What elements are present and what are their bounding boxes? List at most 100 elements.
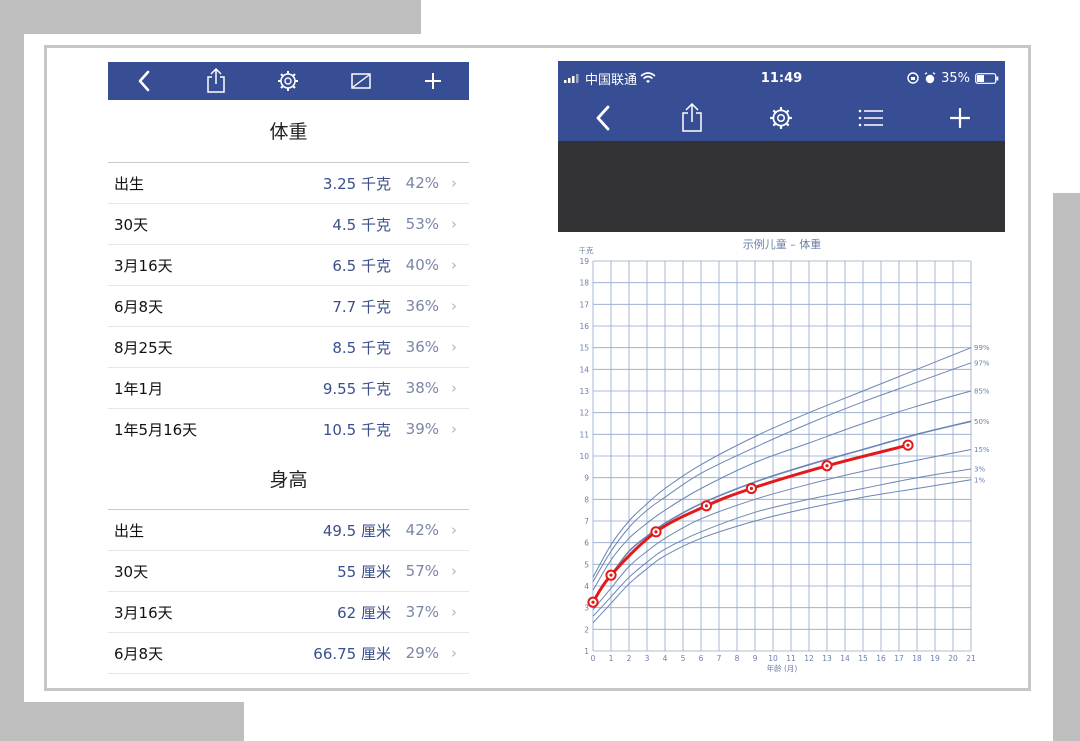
weight-growth-chart[interactable]: 0 1 2 3 4 5 6 7 8 9 10 11 12 13 14 15 16 17 18 19 20 21123456… (558, 232, 1005, 681)
y-tick-label: 10 (579, 452, 589, 461)
row-value: 4.5 千克 (332, 215, 391, 234)
row-percent: 42% (405, 521, 439, 539)
chevron-right-icon: › (451, 215, 457, 233)
row-age: 30天 (114, 562, 149, 581)
plus-icon[interactable] (418, 66, 448, 96)
alarm-icon (924, 72, 936, 84)
x-tick-label: 18 (912, 654, 922, 663)
percentile-label: 15% (974, 446, 990, 454)
height-row[interactable]: 3月16天 62 厘米 37% › (108, 592, 469, 633)
y-tick-label: 15 (579, 344, 589, 353)
chevron-right-icon: › (451, 562, 457, 580)
weight-row[interactable]: 6月8天 7.7 千克 36% › (108, 286, 469, 327)
y-tick-label: 18 (579, 279, 589, 288)
height-row[interactable]: 出生 49.5 厘米 42% › (108, 510, 469, 551)
percentile-label: 97% (974, 359, 990, 367)
percentile-label: 85% (974, 388, 990, 396)
growth-chart-screen: 中国联通 11:49 35% 0 1 2 3 4 5 6 7 8 9 10 11 12 13 14 15 16 1… (558, 61, 1005, 681)
child-weight-line (591, 443, 910, 604)
row-age: 出生 (114, 174, 145, 193)
y-tick-label: 11 (579, 430, 589, 439)
x-tick-label: 4 (663, 654, 668, 663)
y-axis-label: 千克 (579, 245, 594, 255)
y-tick-label: 2 (584, 625, 589, 634)
row-age: 1年1月 (114, 379, 164, 398)
row-percent: 36% (405, 297, 439, 315)
status-right-group: 35% (907, 71, 999, 86)
weight-row[interactable]: 1年5月16天 10.5 千克 39% › (108, 409, 469, 449)
chevron-right-icon: › (451, 420, 457, 438)
x-tick-label: 0 (591, 654, 596, 663)
y-tick-label: 4 (584, 582, 589, 591)
x-tick-label: 19 (930, 654, 940, 663)
back-icon[interactable] (129, 66, 159, 96)
x-tick-label: 3 (645, 654, 650, 663)
chevron-right-icon: › (451, 521, 457, 539)
row-age: 30天 (114, 215, 149, 234)
percentile-label: 1% (974, 476, 985, 484)
child-weight-point-center (749, 486, 753, 491)
row-value: 8.5 千克 (332, 338, 391, 357)
right-toolbar (558, 95, 1005, 141)
row-percent: 40% (405, 256, 439, 274)
row-value: 10.5 千克 (322, 420, 391, 439)
weight-row[interactable]: 1年1月 9.55 千克 38% › (108, 368, 469, 409)
row-value: 9.55 千克 (322, 379, 391, 398)
share-icon[interactable] (675, 101, 709, 135)
row-age: 出生 (114, 521, 145, 540)
row-age: 6月8天 (114, 644, 164, 663)
row-percent: 37% (405, 603, 439, 621)
decor-block-right (1053, 193, 1080, 741)
y-tick-label: 12 (579, 409, 589, 418)
row-percent: 36% (405, 338, 439, 356)
decor-block-top-left (0, 0, 421, 34)
x-tick-label: 2 (627, 654, 632, 663)
x-tick-label: 14 (840, 654, 850, 663)
height-list: 出生 49.5 厘米 42% › 30天 55 厘米 57% › 3月16天 62 厘米 37%… (108, 509, 469, 674)
row-age: 8月25天 (114, 338, 173, 357)
x-axis-label: 年龄 (月) (767, 663, 798, 673)
row-value: 6.5 千克 (332, 256, 391, 275)
x-tick-label: 10 (768, 654, 778, 663)
chart-icon[interactable] (346, 66, 376, 96)
y-tick-label: 5 (584, 560, 589, 569)
y-tick-label: 8 (584, 495, 589, 504)
x-tick-label: 6 (699, 654, 704, 663)
weight-row[interactable]: 8月25天 8.5 千克 36% › (108, 327, 469, 368)
child-weight-point-center (591, 600, 595, 604)
child-weight-point-center (609, 573, 613, 577)
gear-icon[interactable] (764, 101, 798, 135)
y-tick-label: 17 (579, 300, 589, 309)
row-value: 49.5 厘米 (322, 521, 391, 540)
row-value: 7.7 千克 (332, 297, 391, 316)
weight-row[interactable]: 出生 3.25 千克 42% › (108, 163, 469, 204)
weight-row[interactable]: 30天 4.5 千克 53% › (108, 204, 469, 245)
chevron-right-icon: › (451, 379, 457, 397)
x-tick-label: 16 (876, 654, 886, 663)
y-tick-label: 7 (584, 517, 589, 526)
chevron-right-icon: › (451, 174, 457, 192)
height-row[interactable]: 30天 55 厘米 57% › (108, 551, 469, 592)
battery-percent: 35% (941, 70, 970, 86)
x-tick-label: 7 (717, 654, 722, 663)
percentile-label: 50% (974, 418, 990, 426)
percentile-curve (592, 420, 972, 602)
gear-icon[interactable] (273, 66, 303, 96)
back-icon[interactable] (586, 101, 620, 135)
row-value: 66.75 厘米 (313, 644, 391, 663)
y-tick-label: 6 (584, 539, 589, 548)
percentile-label: 99% (974, 344, 990, 352)
chevron-right-icon: › (451, 603, 457, 621)
chart-title: 示例儿童 – 体重 (743, 237, 822, 251)
height-row[interactable]: 6月8天 66.75 厘米 29% › (108, 633, 469, 674)
x-tick-label: 11 (786, 654, 796, 663)
percentile-label: 3% (974, 466, 985, 474)
plus-icon[interactable] (943, 101, 977, 135)
share-icon[interactable] (201, 66, 231, 96)
weight-row[interactable]: 3月16天 6.5 千克 40% › (108, 245, 469, 286)
chevron-right-icon: › (451, 644, 457, 662)
row-percent: 53% (405, 215, 439, 233)
list-icon[interactable] (854, 101, 888, 135)
row-percent: 57% (405, 562, 439, 580)
x-tick-label: 9 (753, 654, 758, 663)
